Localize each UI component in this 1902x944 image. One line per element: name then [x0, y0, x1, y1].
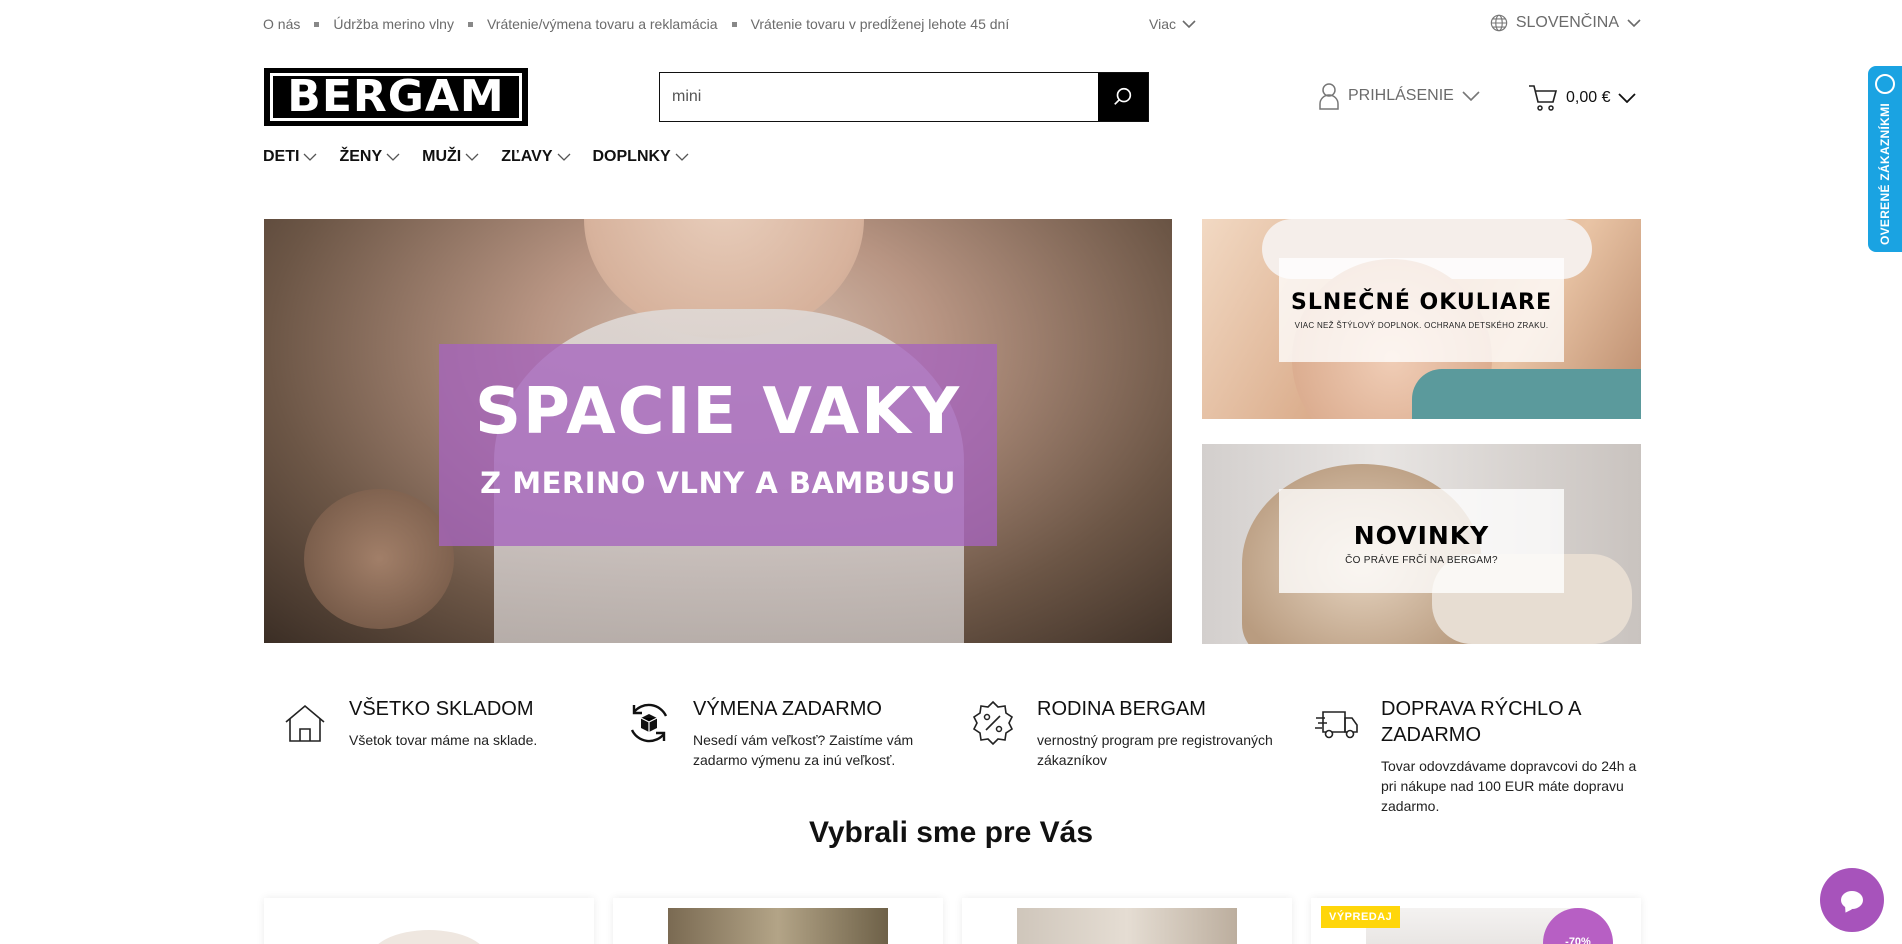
exchange-box-icon — [630, 703, 668, 743]
banner-title: NOVINKY — [1353, 521, 1490, 550]
chevron-down-icon — [1618, 93, 1637, 103]
banner-novinky[interactable]: NOVINKY ČO PRÁVE FRČÍ NA BERGAM? — [1202, 444, 1641, 644]
banner-title: SLNEČNÉ OKULIARE — [1291, 290, 1552, 315]
section-title: Vybrali sme pre Vás — [808, 816, 1094, 849]
hero-subtitle: Z MERINO VLNY A BAMBUSU — [480, 466, 956, 500]
top-link-udrzba[interactable]: Údržba merino vlny — [333, 16, 454, 32]
nav-item-deti[interactable]: DETI — [263, 148, 317, 166]
hero-overlay: SPACIE VAKY Z MERINO VLNY A BAMBUSU — [439, 344, 997, 546]
search-button[interactable] — [1098, 73, 1148, 121]
top-link-vratenie[interactable]: Vrátenie/výmena tovaru a reklamácia — [487, 16, 718, 32]
bergam-logo[interactable]: BERGAM — [264, 68, 528, 126]
chevron-down-icon — [386, 153, 400, 161]
chevron-down-icon — [1627, 18, 1641, 27]
chevron-down-icon — [557, 153, 570, 161]
top-link-vratenie-45[interactable]: Vrátenie tovaru v predĺženej lehote 45 d… — [751, 16, 1010, 32]
product-card[interactable] — [613, 898, 943, 944]
logo-text: BERGAM — [270, 73, 522, 121]
house-icon — [285, 704, 325, 742]
verified-customers-tab[interactable]: OVERENÉ ZÁKAZNÍKMI — [1868, 66, 1902, 252]
feature-text: Nesedí vám veľkosť? Zaistíme vám zadarmo… — [693, 732, 914, 768]
product-card[interactable] — [264, 898, 594, 944]
nav-label: DOPLNKY — [592, 148, 671, 165]
nav-item-zlavy[interactable]: ZĽAVY — [501, 148, 570, 166]
chat-icon — [1841, 891, 1863, 909]
features-row: VŠETKO SKLADOM Všetok tovar máme na skla… — [282, 696, 1641, 826]
feature-title: RODINA BERGAM — [1037, 698, 1206, 720]
search-bar — [659, 72, 1149, 122]
product-image — [1017, 908, 1237, 944]
more-label: Viac — [1149, 16, 1176, 32]
language-selector[interactable]: SLOVENČINA — [1490, 14, 1641, 32]
separator — [731, 21, 737, 27]
search-input[interactable] — [660, 73, 1098, 121]
hero-photo-hand — [304, 489, 454, 629]
chevron-down-icon — [675, 153, 689, 161]
cart-icon — [1529, 85, 1558, 111]
user-icon — [1319, 83, 1339, 110]
more-dropdown[interactable]: Viac — [1149, 16, 1196, 32]
nav-label: MUŽI — [422, 148, 462, 165]
product-image — [668, 908, 888, 944]
login-dropdown[interactable]: PRIHLÁSENIE — [1318, 82, 1480, 110]
nav-item-zeny[interactable]: ŽENY — [339, 148, 400, 166]
chevron-down-icon — [303, 153, 317, 161]
chevron-down-icon — [1182, 19, 1196, 28]
hero-banner[interactable]: SPACIE VAKY Z MERINO VLNY A BAMBUSU — [264, 219, 1172, 643]
top-link-o-nas[interactable]: O nás — [263, 16, 300, 32]
banner-overlay: NOVINKY ČO PRÁVE FRČÍ NA BERGAM? — [1279, 489, 1564, 593]
chat-button[interactable] — [1820, 868, 1884, 932]
product-card[interactable] — [962, 898, 1292, 944]
top-links: O nás Údržba merino vlny Vrátenie/výmena… — [263, 16, 1009, 32]
delivery-truck-icon — [1315, 711, 1358, 739]
chevron-down-icon — [1462, 91, 1480, 101]
nav-label: ŽENY — [339, 148, 383, 165]
top-bar: O nás Údržba merino vlny Vrátenie/výmena… — [263, 0, 1641, 48]
language-label: SLOVENČINA — [1515, 14, 1619, 31]
product-card[interactable]: VÝPREDAJ -70% — [1311, 898, 1641, 944]
chevron-down-icon — [465, 153, 479, 161]
search-icon — [1114, 87, 1132, 105]
banner-subtitle: VIAC NEŽ ŠTÝLOVÝ DOPLNOK. OCHRANA DETSKÉ… — [1294, 321, 1549, 330]
feature-title: VÝMENA ZADARMO — [693, 698, 882, 720]
discount-badge-icon — [972, 700, 1014, 746]
globe-icon — [1490, 14, 1508, 32]
separator — [467, 21, 473, 27]
verified-customers-label: OVERENÉ ZÁKAZNÍKMI — [1878, 102, 1892, 245]
banner-photo-shirt — [1412, 369, 1641, 419]
nav-label: DETI — [263, 148, 300, 165]
separator — [314, 21, 320, 27]
nav-item-muzi[interactable]: MUŽI — [422, 148, 479, 166]
feature-title: VŠETKO SKLADOM — [349, 698, 534, 720]
feature-text: Tovar odovzdávame dopravcovi do 24h a pr… — [1381, 758, 1637, 814]
hero-title: SPACIE VAKY — [474, 375, 962, 449]
nav-item-doplnky[interactable]: DOPLNKY — [593, 148, 689, 166]
verified-badge-icon — [1875, 74, 1895, 94]
banner-sunglasses[interactable]: SLNEČNÉ OKULIARE VIAC NEŽ ŠTÝLOVÝ DOPLNO… — [1202, 219, 1641, 419]
cart-total: 0,00 € — [1566, 89, 1611, 106]
feature-text: vernostný program pre registrovaných zák… — [1037, 732, 1273, 768]
login-label: PRIHLÁSENIE — [1348, 87, 1454, 104]
feature-title: DOPRAVA RÝCHLO A ZADARMO — [1381, 698, 1581, 746]
banner-subtitle: ČO PRÁVE FRČÍ NA BERGAM? — [1345, 555, 1498, 566]
banner-overlay: SLNEČNÉ OKULIARE VIAC NEŽ ŠTÝLOVÝ DOPLNO… — [1279, 258, 1564, 362]
feature-text: Všetok tovar máme na sklade. — [349, 732, 538, 748]
product-image — [369, 930, 489, 944]
cart-dropdown[interactable]: 0,00 € — [1528, 84, 1637, 112]
nav-label: ZĽAVY — [501, 148, 553, 165]
sale-badge: VÝPREDAJ — [1321, 906, 1401, 928]
main-nav: DETI ŽENY MUŽI ZĽAVY DOPLNKY — [263, 148, 689, 166]
